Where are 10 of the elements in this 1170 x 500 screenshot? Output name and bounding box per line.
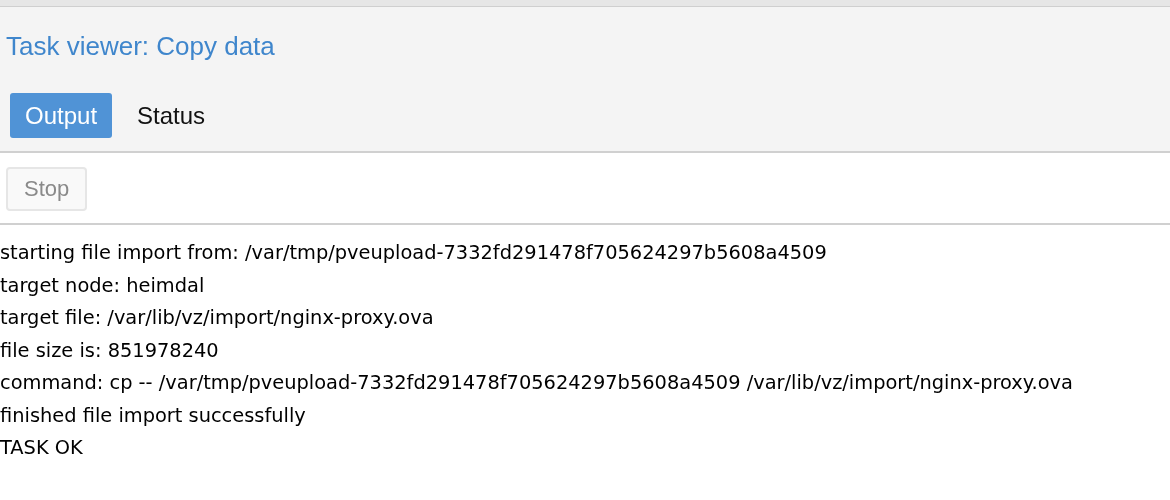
window-title: Task viewer: Copy data bbox=[6, 31, 276, 61]
log-line: target node: heimdal bbox=[0, 272, 206, 299]
log-line: finished file import successfully bbox=[0, 402, 307, 429]
log-line: file size is: 851978240 bbox=[0, 337, 220, 364]
log-line: starting file import from: /var/tmp/pveupload-7332fd291478f705624297b5608a4509 bbox=[0, 240, 828, 266]
log-line: target file: /var/lib/vz/import/nginx-proxy.ova bbox=[0, 305, 435, 331]
tab[interactable]: Status bbox=[122, 93, 221, 138]
log-line: command: cp -- /var/tmp/pveupload-7332fd291478f705624297b5608a4509 /var/lib/vz/import/nginx-proxy.ova bbox=[0, 370, 1074, 396]
log-line: TASK OK bbox=[0, 435, 84, 461]
tab[interactable]: Output bbox=[10, 93, 113, 138]
